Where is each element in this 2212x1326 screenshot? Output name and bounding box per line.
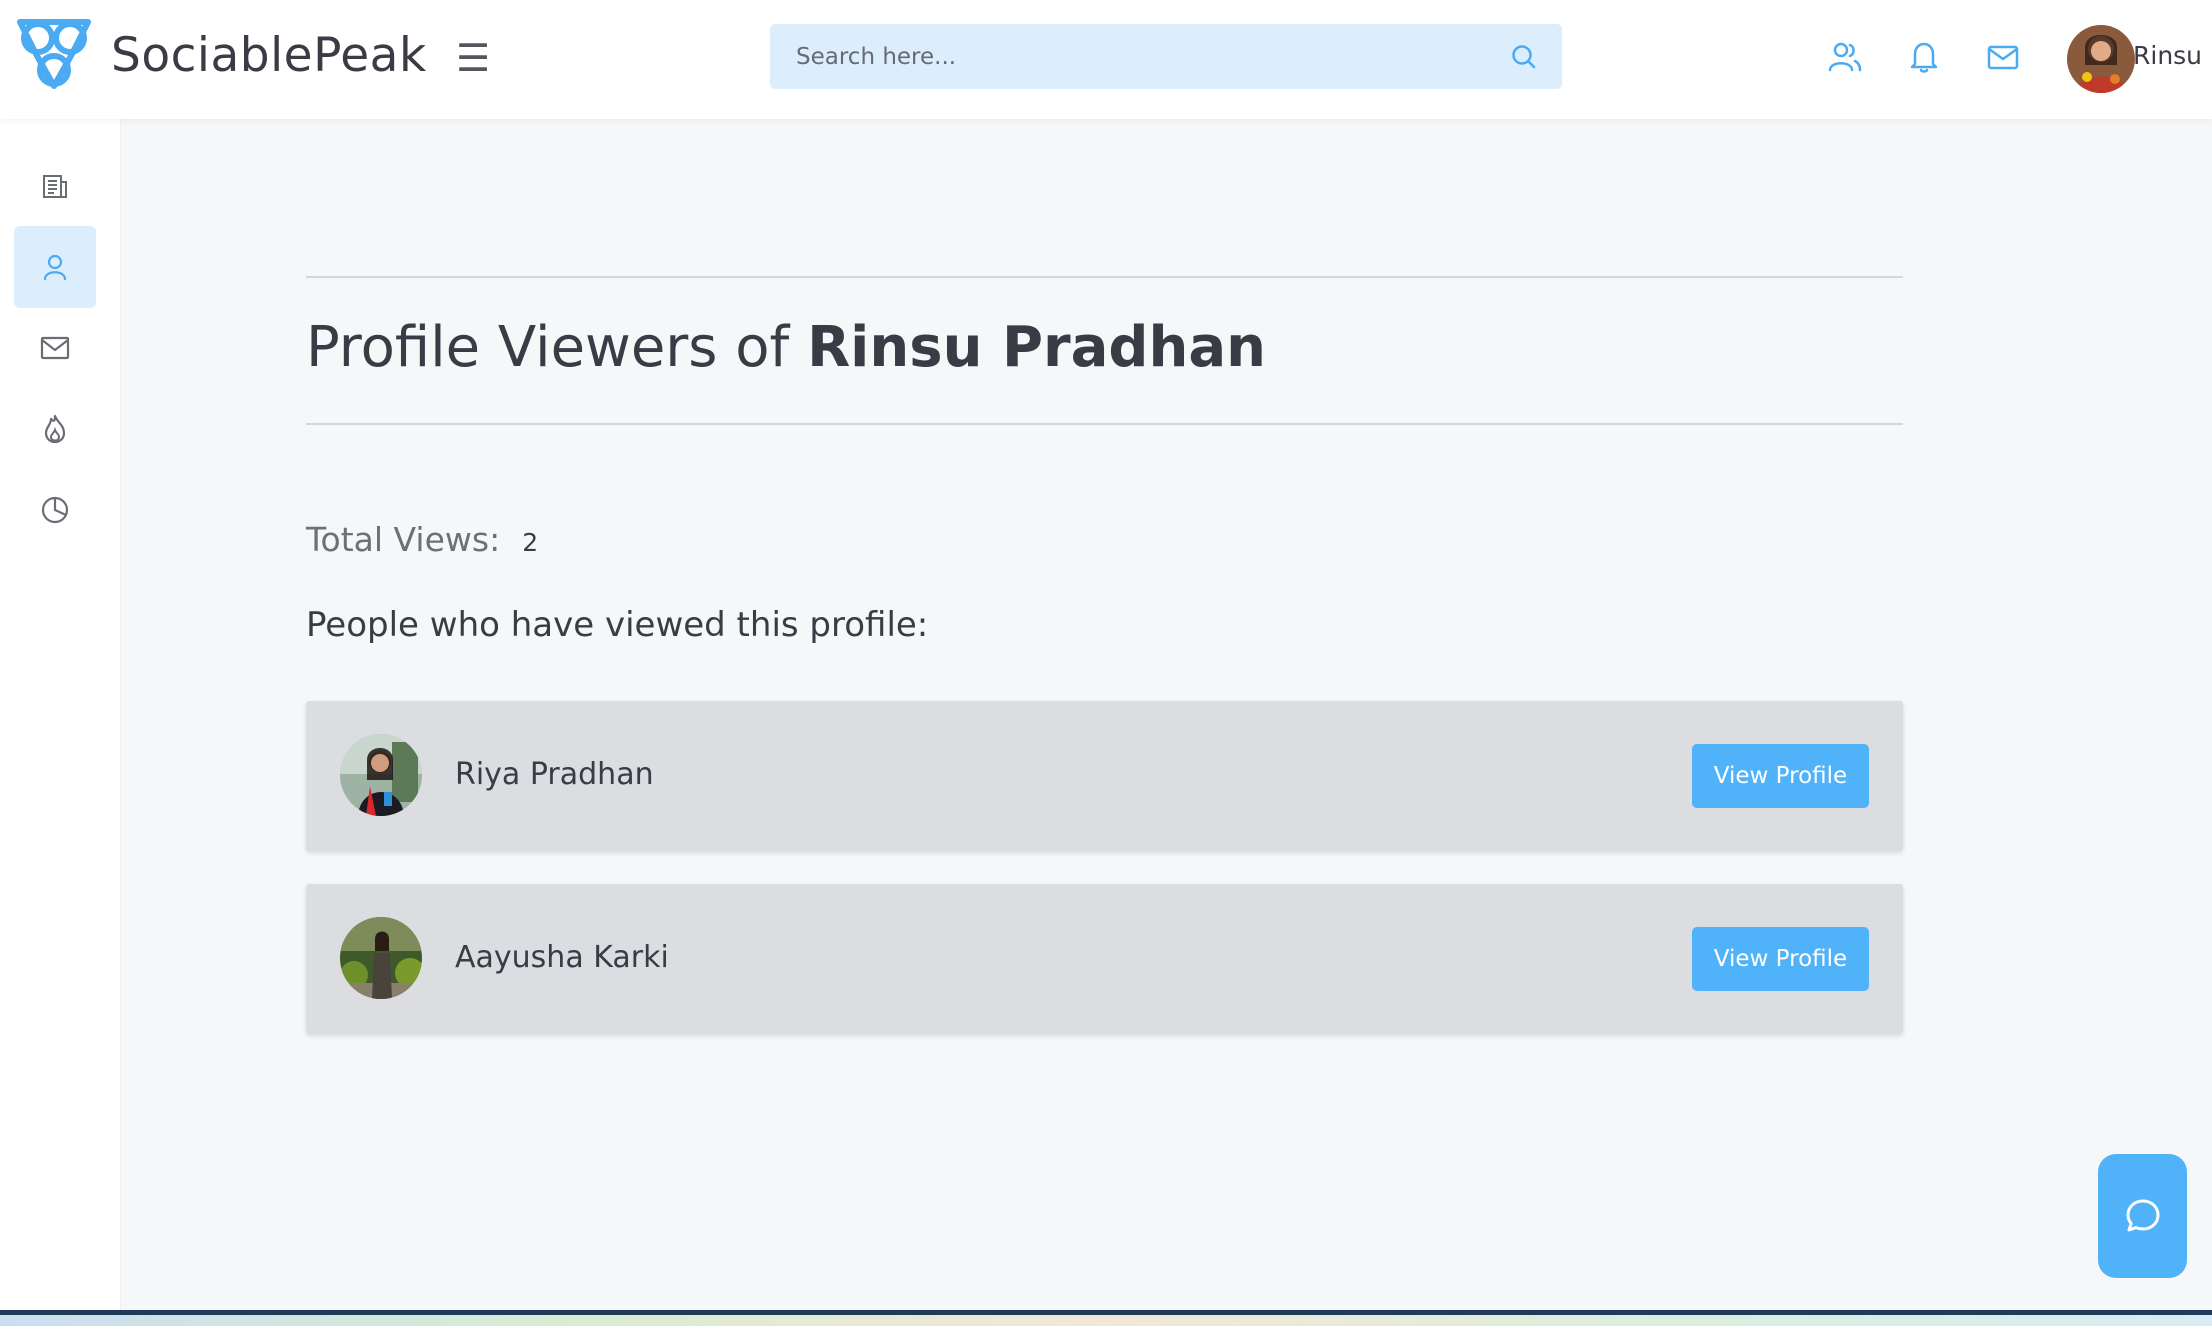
divider <box>306 423 1903 425</box>
viewers-heading: People who have viewed this profile: <box>306 605 929 645</box>
view-profile-button[interactable]: View Profile <box>1692 744 1869 808</box>
viewer-card: Aayusha Karki View Profile <box>306 884 1903 1034</box>
user-name[interactable]: Rinsu <box>2133 41 2202 70</box>
sidebar-item-profile[interactable] <box>14 226 96 308</box>
sidebar-item-analytics[interactable] <box>14 469 96 551</box>
sidebar-item-messages[interactable] <box>14 307 96 389</box>
sidebar-item-trending[interactable] <box>14 388 96 470</box>
user-icon <box>43 254 67 281</box>
fire-icon <box>44 414 66 444</box>
friends-icon[interactable] <box>1827 39 1863 75</box>
sidebar-item-feed[interactable] <box>14 145 96 227</box>
title-prefix: Profile Viewers of <box>306 315 790 380</box>
chat-bubble-icon <box>2126 1199 2159 1232</box>
viewer-avatar[interactable] <box>340 917 422 999</box>
sidebar <box>0 119 121 1310</box>
logo-icon[interactable] <box>12 16 96 96</box>
viewer-card: Riya Pradhan View Profile <box>306 701 1903 851</box>
search-input[interactable] <box>796 24 1476 89</box>
notification-bell-icon[interactable] <box>1906 39 1942 75</box>
viewer-name[interactable]: Riya Pradhan <box>455 757 654 792</box>
viewer-name[interactable]: Aayusha Karki <box>455 940 669 975</box>
brand-name[interactable]: SociablePeak <box>111 28 427 83</box>
total-views-count: 2 <box>522 528 539 557</box>
search-bar <box>770 24 1562 89</box>
bottom-edge <box>0 1310 2212 1326</box>
viewer-avatar[interactable] <box>340 734 422 816</box>
envelope-icon <box>40 336 70 360</box>
view-profile-button[interactable]: View Profile <box>1692 927 1869 991</box>
chat-button[interactable] <box>2098 1154 2187 1278</box>
pie-chart-icon <box>41 496 69 524</box>
total-views: Total Views: 2 <box>306 520 538 559</box>
search-icon[interactable] <box>1510 43 1538 71</box>
hamburger-menu-icon[interactable]: ☰ <box>456 38 490 78</box>
messages-icon[interactable] <box>1985 39 2021 75</box>
newspaper-icon <box>43 175 67 198</box>
total-views-label: Total Views: <box>306 520 501 559</box>
top-navbar: SociablePeak ☰ Rinsu <box>0 0 2212 119</box>
user-avatar[interactable] <box>2067 25 2135 93</box>
divider <box>306 276 1903 278</box>
title-profile-name: Rinsu Pradhan <box>807 315 1266 380</box>
page-title: Profile Viewers of Rinsu Pradhan <box>306 315 1266 380</box>
